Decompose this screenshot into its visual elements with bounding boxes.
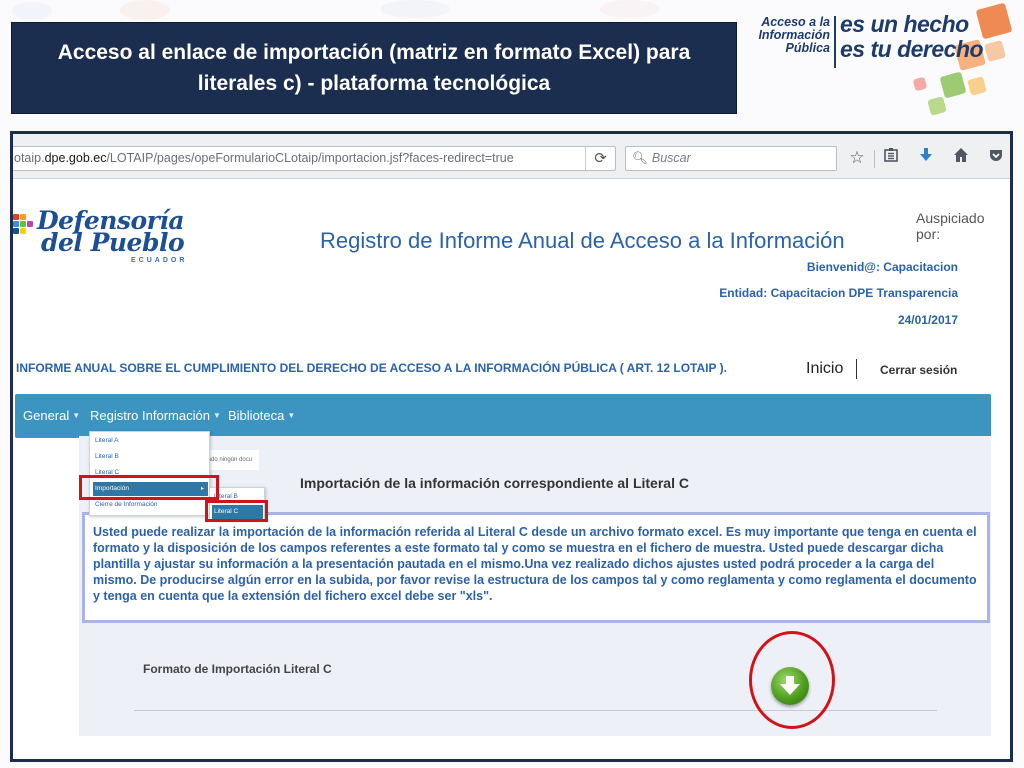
registro-dropdown-menu: Literal A Literal B Literal C Importació… [89, 431, 210, 516]
campaign-logo: Acceso a la Información Pública es un he… [754, 2, 1016, 118]
campaign-small-text: Acceso a la Información Pública [758, 16, 830, 55]
logo-square [927, 96, 947, 116]
submenu-item-literal-b[interactable]: Literal B [212, 490, 263, 504]
background-shape [12, 2, 52, 20]
logo-mosaic [13, 214, 35, 240]
download-icon[interactable] [914, 146, 938, 170]
browser-toolbar: otaip.dpe.gob.ec/LOTAIP/pages/opeFormula… [13, 134, 1010, 179]
caret-down-icon: ▼ [72, 411, 81, 420]
caret-right-icon: ▸ [200, 486, 204, 492]
slide: Acceso al enlace de importación (matriz … [0, 0, 1024, 768]
submenu-item-literal-c[interactable]: Literal C [212, 505, 263, 519]
nav-general-label: General [23, 408, 70, 423]
site-title: Registro de Informe Anual de Acceso a la… [320, 228, 845, 253]
description-text: Usted puede realizar la importación de l… [93, 525, 977, 603]
menu-item-importacion-label: Importación [95, 485, 129, 492]
download-template-button[interactable] [771, 667, 809, 705]
url-bar[interactable]: otaip.dpe.gob.ec/LOTAIP/pages/opeFormula… [13, 146, 616, 171]
url-prefix: otaip. [14, 151, 45, 165]
menu-item-literal-a[interactable]: Literal A [93, 434, 208, 448]
campaign-slogan-2: es tu derecho [840, 36, 984, 62]
star-icon[interactable]: ☆ [845, 146, 869, 170]
search-placeholder: Buscar [651, 151, 691, 165]
entity-text: Entidad: Capacitacion DPE Transparencia [719, 286, 958, 300]
slide-title-banner: Acceso al enlace de importación (matriz … [11, 22, 737, 114]
search-icon: 🔍︎ [632, 151, 648, 165]
logo-line-2: del Pueblo [41, 228, 185, 257]
import-title: Importación de la información correspond… [300, 475, 689, 491]
url-path: /LOTAIP/pages/opeFormularioCLotaip/impor… [106, 151, 514, 165]
campaign-line-3: Pública [785, 41, 830, 55]
date-text: 24/01/2017 [897, 313, 958, 327]
nav-biblioteca-label: Biblioteca [228, 408, 285, 423]
logo-square [967, 76, 987, 96]
report-title: INFORME ANUAL SOBRE EL CUMPLIMIENTO DEL … [16, 361, 727, 375]
row-divider [134, 710, 937, 711]
sponsor-label: Auspiciado por: [916, 210, 985, 242]
importacion-submenu: Literal B Literal C [209, 487, 265, 520]
background-shape [600, 0, 660, 18]
hidden-content-text: tado ningún docu [203, 450, 259, 470]
url-host: dpe.gob.ec [44, 151, 107, 165]
nav-general[interactable]: General ▼ [23, 408, 80, 423]
caret-down-icon: ▼ [287, 411, 296, 420]
description-box: Usted puede realizar la importación de l… [82, 512, 990, 623]
arrow-down-icon [780, 676, 800, 695]
menu-item-literal-b[interactable]: Literal B [93, 450, 208, 464]
format-label: Formato de Importación Literal C [143, 662, 332, 676]
link-divider [856, 359, 857, 379]
browser-screenshot: otaip.dpe.gob.ec/LOTAIP/pages/opeFormula… [10, 131, 1013, 762]
logout-link[interactable]: Cerrar sesión [880, 363, 957, 377]
home-link[interactable]: Inicio [806, 360, 843, 378]
home-icon[interactable] [949, 146, 973, 170]
menu-item-literal-c[interactable]: Literal C [93, 466, 208, 480]
nav-registro-informacion[interactable]: Registro Información ▼ [90, 408, 221, 423]
background-shape [120, 0, 170, 20]
welcome-text: Bienvenid@: Capacitacion [806, 260, 958, 274]
reading-list-icon[interactable] [879, 146, 903, 170]
reload-icon[interactable]: ⟳ [585, 147, 615, 170]
logo-square [939, 71, 967, 99]
nav-registro-label: Registro Información [90, 408, 210, 423]
search-input[interactable]: 🔍︎ Buscar [625, 146, 837, 171]
toolbar-divider [874, 150, 875, 168]
campaign-slogan-1: es un hecho [840, 11, 969, 37]
background-shape [380, 0, 450, 18]
logo-line-3: ECUADOR [131, 257, 188, 264]
menu-item-cierre[interactable]: Cierre de Información [93, 498, 208, 512]
nav-biblioteca[interactable]: Biblioteca ▼ [228, 408, 295, 423]
defensoria-logo: Defensoría del Pueblo ECUADOR [13, 206, 203, 271]
pocket-icon[interactable] [984, 146, 1008, 170]
caret-down-icon: ▼ [212, 411, 221, 420]
logo-square [983, 39, 1007, 63]
logo-square [912, 76, 928, 92]
slide-title: Acceso al enlace de importación (matriz … [57, 41, 691, 95]
campaign-slogan: es un hecho es tu derecho [840, 11, 984, 62]
menu-item-importacion[interactable]: Importación ▸ [93, 482, 208, 496]
campaign-separator [834, 16, 836, 68]
